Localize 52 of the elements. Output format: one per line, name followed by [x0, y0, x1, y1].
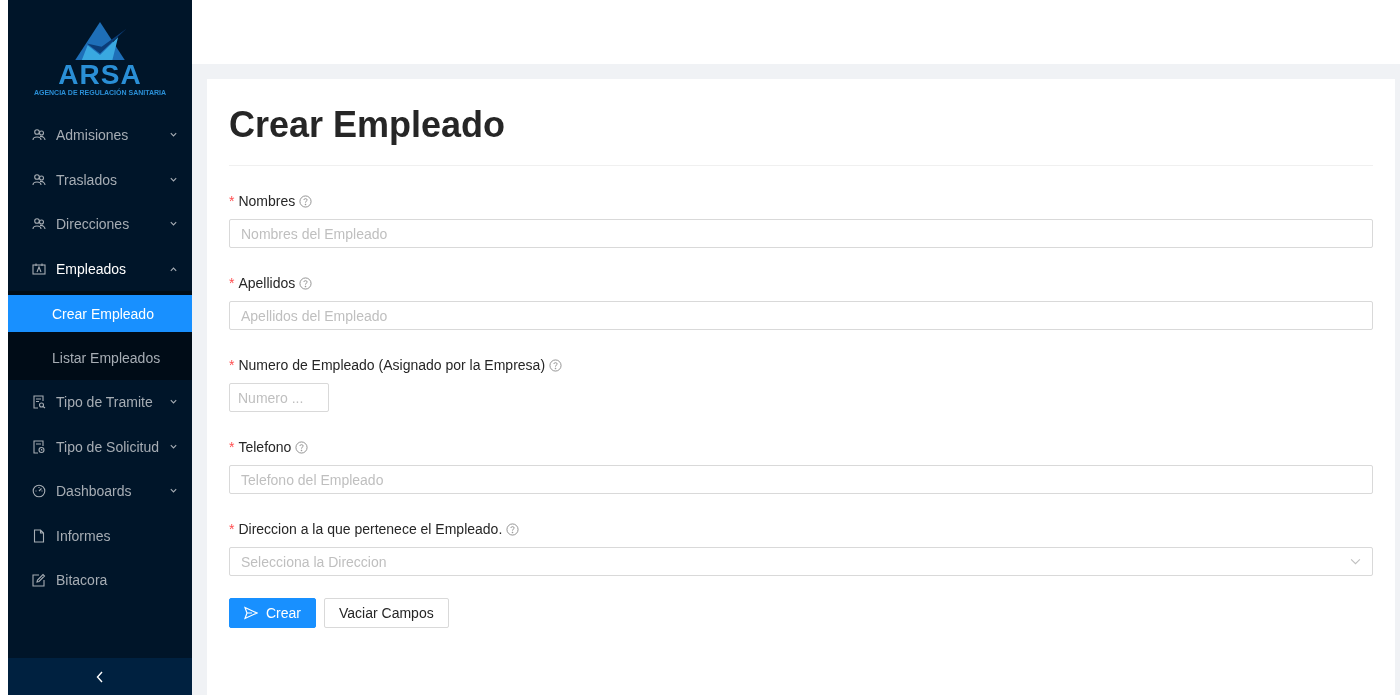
field-label: Numero de Empleado (Asignado por la Empresa) — [238, 357, 546, 373]
chevron-icon — [169, 265, 178, 272]
chevron-icon — [169, 399, 178, 406]
page-title: Crear Empleado — [229, 103, 507, 147]
sidebar-item[interactable]: Informes — [8, 513, 192, 558]
collapse-button[interactable] — [8, 658, 192, 695]
required-mark: * — [229, 275, 235, 291]
sidebar-item[interactable]: Admisiones — [8, 113, 192, 158]
sidebar-item[interactable]: Tipo de Solicitud — [8, 424, 192, 469]
sidebar-item[interactable]: Direcciones — [8, 202, 192, 247]
required-mark: * — [229, 521, 235, 537]
sidebar-item[interactable]: Dashboards — [8, 469, 192, 514]
help-icon — [299, 276, 313, 290]
chevron-left-icon — [96, 670, 104, 683]
chevron-icon — [169, 488, 178, 495]
chevron-down-icon — [1350, 558, 1361, 565]
chevron-icon — [169, 132, 178, 139]
chevron-icon — [169, 221, 178, 228]
clear-button[interactable]: Vaciar Campos — [324, 598, 449, 628]
menu-icon — [32, 439, 46, 454]
help-icon — [299, 194, 313, 208]
menu-icon — [32, 528, 46, 543]
help-icon — [506, 522, 520, 536]
menu-icon — [32, 128, 46, 143]
input-field[interactable]: Telefono del Empleado — [229, 465, 1373, 494]
menu-icon — [32, 261, 46, 276]
menu-icon — [32, 484, 46, 499]
field-label: Apellidos — [238, 275, 296, 291]
input-field[interactable]: Apellidos del Empleado — [229, 301, 1373, 330]
chevron-icon — [169, 176, 178, 183]
chevron-icon — [169, 443, 178, 450]
sidebar-item[interactable]: Bitacora — [8, 558, 192, 603]
input-field[interactable]: Numero ... — [229, 383, 329, 412]
send-icon — [244, 606, 258, 620]
required-mark: * — [229, 357, 235, 373]
menu-icon — [32, 573, 46, 588]
menu-icon — [32, 217, 46, 232]
required-mark: * — [229, 193, 235, 209]
field-label: Telefono — [238, 439, 292, 455]
sidebar-item[interactable]: Empleados — [8, 246, 192, 291]
input-field[interactable]: Nombres del Empleado — [229, 219, 1373, 248]
help-icon — [549, 358, 563, 372]
menu-icon — [32, 395, 46, 410]
field-label: Nombres — [238, 193, 296, 209]
sidebar-item[interactable]: Traslados — [8, 157, 192, 202]
sidebar-item[interactable]: Tipo de Tramite — [8, 380, 192, 425]
menu-icon — [32, 172, 46, 187]
help-icon — [295, 440, 309, 454]
submenu-item[interactable]: Listar Empleados — [8, 335, 192, 380]
required-mark: * — [229, 439, 235, 455]
logo-name: ARSA — [58, 62, 142, 88]
field-label: Direccion a la que pertenece el Empleado. — [238, 521, 503, 537]
